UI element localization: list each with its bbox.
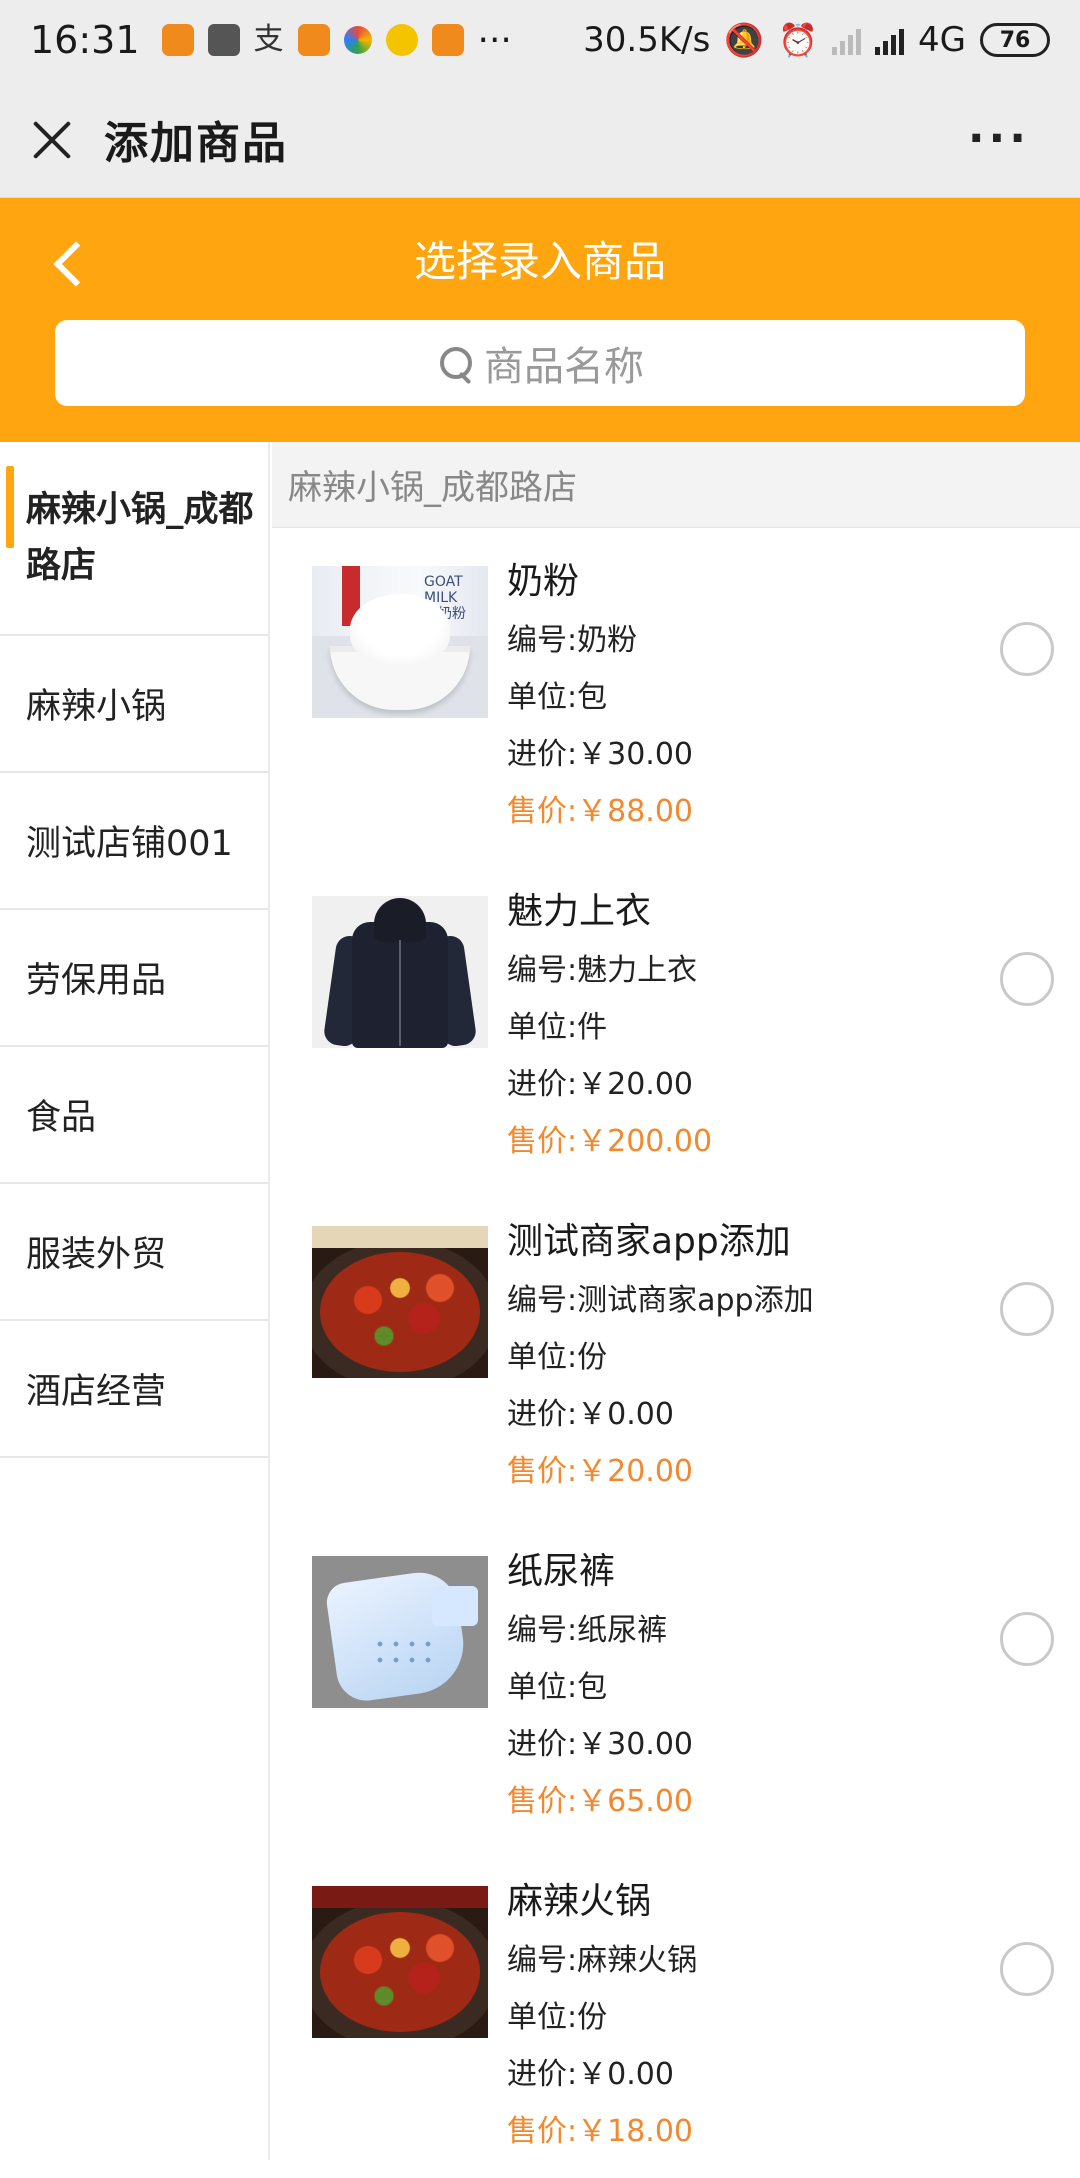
search-placeholder: 商品名称 [484, 344, 644, 390]
product-cost: 进价:￥0.00 [507, 1397, 674, 1432]
title-bar: 添加商品 ··· [0, 80, 1080, 198]
product-name: 测试商家app添加 [507, 1221, 791, 1262]
milk-powder-image: GOAT MILK羊奶粉 [312, 566, 488, 718]
select-radio[interactable] [1000, 1612, 1054, 1666]
product-item[interactable]: 魅力上衣 编号:魅力上衣 单位:件 进价:￥20.00 售价:￥200.00 [272, 858, 1080, 1188]
product-price: 售价:￥88.00 [507, 794, 693, 829]
notification-icons: 支 ··· [161, 19, 512, 61]
select-radio[interactable] [1000, 622, 1054, 676]
search-input[interactable]: 商品名称 [55, 320, 1025, 406]
sidebar-item-label: 测试店铺001 [26, 824, 233, 864]
product-unit: 单位:份 [507, 1340, 608, 1375]
sidebar-item-label: 服装外贸 [26, 1235, 167, 1275]
product-unit: 单位:件 [507, 1010, 608, 1045]
diaper-image [312, 1556, 488, 1708]
sidebar-item-label: 麻辣小锅 [26, 687, 167, 727]
header: 选择录入商品 商品名称 [0, 198, 1080, 442]
sidebar-item-shop[interactable]: 服装外贸 [0, 1184, 268, 1321]
select-radio[interactable] [1000, 952, 1054, 1006]
select-radio[interactable] [1000, 1282, 1054, 1336]
uc-browser-icon [161, 24, 194, 56]
product-name: 纸尿裤 [507, 1551, 616, 1592]
network-type: 4G [918, 20, 966, 60]
alarm-icon: ⏰ [778, 21, 819, 59]
battery-icon: 76 [980, 23, 1050, 57]
product-name: 麻辣火锅 [507, 1881, 652, 1922]
product-list-panel: 麻辣小锅_成都路店 GOAT MILK羊奶粉 奶粉 编号:奶粉 单位:包 进价:… [272, 442, 1080, 2160]
sidebar-item-label: 食品 [26, 1098, 97, 1138]
message-icon [207, 24, 240, 56]
product-item[interactable]: 麻辣火锅 编号:麻辣火锅 单位:份 进价:￥0.00 售价:￥18.00 [272, 1848, 1080, 2178]
more-menu-icon[interactable]: ··· [968, 113, 1030, 164]
more-notifications-icon: ··· [477, 19, 512, 61]
product-item[interactable]: 纸尿裤 编号:纸尿裤 单位:包 进价:￥30.00 售价:￥65.00 [272, 1518, 1080, 1848]
product-price: 售价:￥18.00 [507, 2114, 693, 2149]
close-icon[interactable] [30, 117, 74, 161]
alipay-icon: 支 [253, 22, 284, 57]
select-radio[interactable] [1000, 1942, 1054, 1996]
app-icon [343, 26, 372, 54]
shop-section-title: 麻辣小锅_成都路店 [272, 442, 1080, 528]
sidebar-item-shop[interactable]: 麻辣小锅_成都路店 [0, 442, 268, 636]
product-name: 奶粉 [507, 561, 580, 602]
uc-browser-icon [431, 24, 464, 56]
status-bar: 16:31 支 ··· 30.5K/s 🔕 ⏰ 4G 76 [0, 0, 1080, 80]
battery-level: 76 [999, 27, 1031, 53]
sidebar-item-shop[interactable]: 酒店经营 [0, 1321, 268, 1458]
product-code: 编号:奶粉 [507, 623, 638, 658]
sidebar-item-shop[interactable]: 劳保用品 [0, 910, 268, 1047]
product-code: 编号:纸尿裤 [507, 1613, 668, 1648]
product-cost: 进价:￥20.00 [507, 1067, 693, 1102]
network-speed: 30.5K/s [583, 20, 711, 60]
product-price: 售价:￥65.00 [507, 1784, 693, 1819]
signal-icon-sim1 [832, 25, 862, 55]
hotpot-image [312, 1886, 488, 2038]
product-cost: 进价:￥30.00 [507, 737, 693, 772]
sidebar-item-label: 麻辣小锅_成都路店 [26, 490, 254, 586]
signal-icon-sim2 [875, 25, 905, 55]
sidebar-item-label: 劳保用品 [26, 961, 167, 1001]
product-item[interactable]: GOAT MILK羊奶粉 奶粉 编号:奶粉 单位:包 进价:￥30.00 售价:… [272, 528, 1080, 858]
shop-sidebar: 麻辣小锅_成都路店 麻辣小锅 测试店铺001 劳保用品 食品 服装外贸 酒店经营 [0, 442, 270, 2160]
product-cost: 进价:￥30.00 [507, 1727, 693, 1762]
product-unit: 单位:份 [507, 2000, 608, 2035]
header-title: 选择录入商品 [413, 237, 666, 286]
page-title: 添加商品 [104, 117, 288, 169]
product-unit: 单位:包 [507, 1670, 608, 1705]
product-code: 编号:测试商家app添加 [507, 1283, 814, 1318]
sidebar-item-shop[interactable]: 测试店铺001 [0, 773, 268, 910]
hotpot-image [312, 1226, 488, 1378]
weibo-icon [385, 24, 418, 56]
product-price: 售价:￥200.00 [507, 1124, 713, 1159]
mute-icon: 🔕 [724, 21, 765, 59]
product-code: 编号:麻辣火锅 [507, 1943, 698, 1978]
product-code: 编号:魅力上衣 [507, 953, 698, 988]
search-icon [436, 343, 476, 383]
sidebar-item-shop[interactable]: 食品 [0, 1047, 268, 1184]
product-price: 售价:￥20.00 [507, 1454, 693, 1489]
product-item[interactable]: 测试商家app添加 编号:测试商家app添加 单位:份 进价:￥0.00 售价:… [272, 1188, 1080, 1518]
sidebar-item-shop[interactable]: 麻辣小锅 [0, 636, 268, 773]
product-cost: 进价:￥0.00 [507, 2057, 674, 2092]
sidebar-item-label: 酒店经营 [26, 1372, 167, 1412]
status-time: 16:31 [30, 18, 140, 62]
product-unit: 单位:包 [507, 680, 608, 715]
uc-browser-icon [297, 24, 330, 56]
jacket-image [312, 896, 488, 1048]
product-name: 魅力上衣 [507, 891, 652, 932]
